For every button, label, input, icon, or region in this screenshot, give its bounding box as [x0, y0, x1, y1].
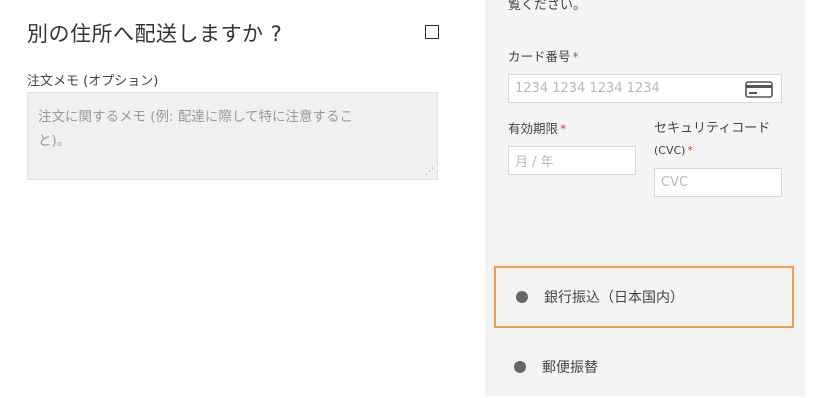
required-mark: *	[572, 49, 579, 64]
radio-dot-icon	[514, 361, 526, 373]
cvc-label-line2: (CVC)	[654, 144, 686, 157]
payment-method-bank-transfer[interactable]: 銀行振込（日本国内）	[494, 266, 794, 328]
expiry-input[interactable]: 月 / 年	[508, 146, 636, 175]
payment-method-label: 銀行振込（日本国内）	[544, 290, 684, 306]
expiry-label: 有効期限 *	[508, 120, 566, 138]
order-notes-label: 注文メモ (オプション)	[27, 74, 159, 89]
required-mark: *	[560, 121, 567, 136]
required-mark: *	[687, 144, 693, 157]
cvc-placeholder: CVC	[661, 175, 689, 190]
order-notes-placeholder-line1: 注文に関するメモ (例: 配達に際して特に注意するこ	[38, 109, 353, 125]
cvc-label: セキュリティコード (CVC) *	[654, 120, 770, 160]
credit-card-icon	[745, 81, 773, 98]
payment-method-label: 郵便振替	[542, 360, 598, 376]
resize-grip-icon[interactable]: ⋰	[425, 168, 434, 177]
ship-different-address-checkbox[interactable]	[425, 25, 439, 39]
payment-method-postal-transfer[interactable]: 郵便振替	[494, 336, 794, 398]
card-number-label: カード番号 *	[508, 48, 579, 66]
expiry-label-text: 有効期限	[508, 121, 559, 136]
payment-intro-text: 覧ください。	[508, 0, 587, 13]
radio-dot-icon	[516, 291, 528, 303]
card-number-input[interactable]: 1234 1234 1234 1234	[508, 74, 782, 103]
card-number-placeholder: 1234 1234 1234 1234	[515, 81, 660, 96]
cvc-input[interactable]: CVC	[654, 168, 782, 197]
expiry-placeholder: 月 / 年	[515, 155, 554, 170]
order-notes-textarea[interactable]: 注文に関するメモ (例: 配達に際して特に注意するこ と)。 ⋰	[27, 92, 438, 180]
ship-different-address-heading: 別の住所へ配送しますか ?	[27, 22, 283, 46]
card-number-label-text: カード番号	[508, 49, 571, 64]
cvc-label-line1: セキュリティコード	[654, 121, 771, 136]
order-notes-placeholder-line2: と)。	[38, 133, 71, 149]
